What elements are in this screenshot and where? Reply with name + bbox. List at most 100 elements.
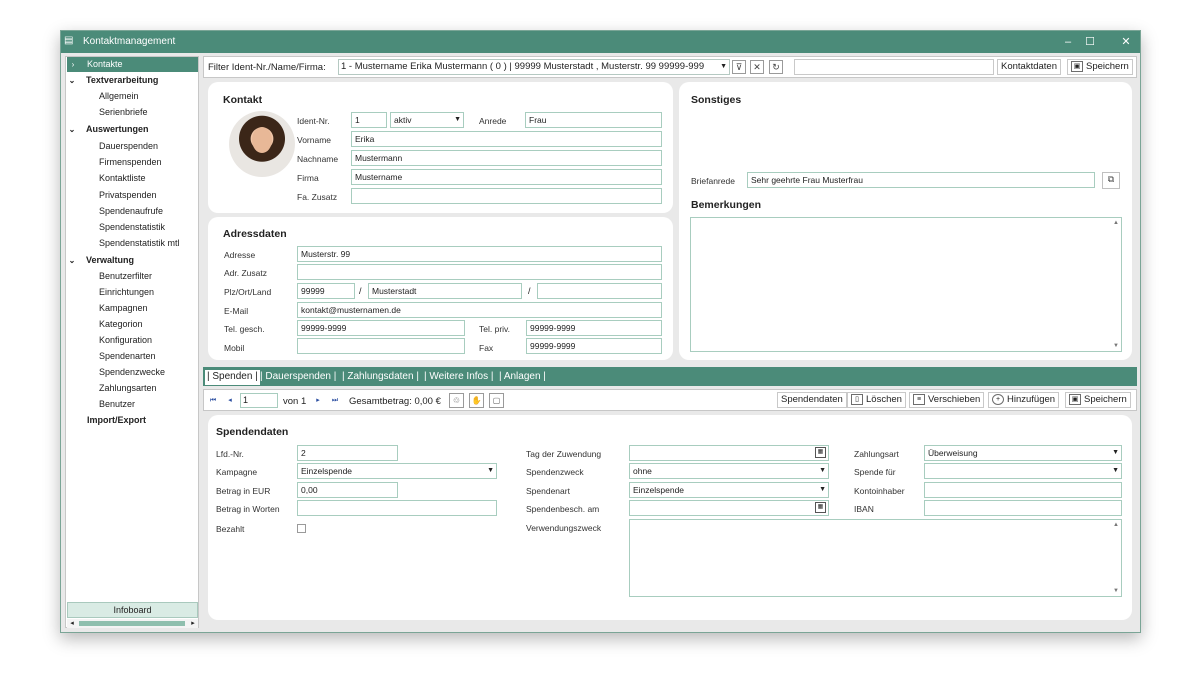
kontaktdaten-button[interactable]: Kontaktdaten bbox=[997, 59, 1061, 75]
dropdown-arrow-icon[interactable]: ▼ bbox=[720, 60, 727, 74]
adresse-field[interactable]: Musterstr. 99 bbox=[297, 246, 662, 262]
clear-filter-icon[interactable]: ✕ bbox=[750, 60, 764, 74]
record-number-input[interactable]: 1 bbox=[240, 393, 278, 408]
previous-record-icon[interactable]: ◂ bbox=[224, 394, 236, 407]
next-record-icon[interactable]: ▸ bbox=[312, 394, 324, 407]
fax-field[interactable]: 99999-9999 bbox=[526, 338, 662, 354]
anrede-field[interactable]: Frau bbox=[525, 112, 662, 128]
scroll-left-icon[interactable]: ◂ bbox=[67, 619, 77, 628]
sidebar-item-konfiguration[interactable]: Konfiguration bbox=[99, 333, 152, 348]
spendenzweck-select[interactable]: ohne ▼ bbox=[629, 463, 829, 479]
sidebar-item-import-export[interactable]: Import/Export bbox=[87, 413, 146, 428]
bezahlt-checkbox[interactable] bbox=[297, 524, 306, 533]
sidebar-item-zahlungsarten[interactable]: Zahlungsarten bbox=[99, 381, 157, 396]
betrag-field[interactable]: 0,00 bbox=[297, 482, 398, 498]
ort-field[interactable]: Musterstadt bbox=[368, 283, 522, 299]
sidebar-group-auswertungen[interactable]: ⌄ Auswertungen bbox=[66, 122, 149, 137]
infoboard-button[interactable]: Infoboard bbox=[67, 602, 198, 618]
spendenart-select[interactable]: Einzelspende ▼ bbox=[629, 482, 829, 498]
briefanrede-field[interactable]: Sehr geehrte Frau Musterfrau bbox=[747, 172, 1095, 188]
spendendaten-button[interactable]: Spendendaten bbox=[777, 392, 847, 408]
refresh-icon[interactable]: ↻ bbox=[769, 60, 783, 74]
status-select[interactable]: aktiv ▼ bbox=[390, 112, 464, 128]
sidebar-item-spendenstatistik-mtl[interactable]: Spendenstatistik mtl bbox=[99, 236, 180, 251]
sidebar-item-dauerspenden[interactable]: Dauerspenden bbox=[99, 139, 158, 154]
filter-combobox[interactable]: 1 - Mustername Erika Mustermann ( 0 ) | … bbox=[338, 59, 730, 75]
verschieben-button[interactable]: ≡ Verschieben bbox=[909, 392, 985, 408]
spendenbesch-field[interactable]: ▦ bbox=[629, 500, 829, 516]
firma-zusatz-field[interactable] bbox=[351, 188, 662, 204]
calendar-icon[interactable]: ▦ bbox=[815, 447, 826, 458]
sidebar-item-einrichtungen[interactable]: Einrichtungen bbox=[99, 285, 154, 300]
spende-fuer-select[interactable]: ▼ bbox=[924, 463, 1122, 479]
sidebar-item-spendenzwecke[interactable]: Spendenzwecke bbox=[99, 365, 165, 380]
scroll-thumb[interactable] bbox=[79, 621, 185, 626]
sidebar-item-benutzerfilter[interactable]: Benutzerfilter bbox=[99, 269, 152, 284]
receipt-icon[interactable]: ▢ bbox=[489, 393, 504, 408]
calendar-icon[interactable]: ▦ bbox=[815, 502, 826, 513]
tel-gesch-field[interactable]: 99999-9999 bbox=[297, 320, 465, 336]
filter-extra-field[interactable] bbox=[794, 59, 994, 75]
firma-field[interactable]: Mustername bbox=[351, 169, 662, 185]
vertical-scrollbar[interactable]: ▲ ▼ bbox=[1112, 219, 1120, 350]
scroll-down-icon[interactable]: ▼ bbox=[1112, 343, 1120, 349]
filter-icon[interactable]: ⊽ bbox=[732, 60, 746, 74]
sidebar-item-privatspenden[interactable]: Privatspenden bbox=[99, 188, 157, 203]
close-button[interactable]: ✕ bbox=[1118, 35, 1134, 49]
sidebar-item-firmenspenden[interactable]: Firmenspenden bbox=[99, 155, 162, 170]
kontoinhaber-field[interactable] bbox=[924, 482, 1122, 498]
last-record-icon[interactable]: ⏭ bbox=[329, 394, 341, 407]
loeschen-button[interactable]: ▯ Löschen bbox=[847, 392, 906, 408]
mobil-field[interactable] bbox=[297, 338, 465, 354]
nachname-field[interactable]: Mustermann bbox=[351, 150, 662, 166]
sidebar-item-kontaktliste[interactable]: Kontaktliste bbox=[99, 171, 146, 186]
iban-field[interactable] bbox=[924, 500, 1122, 516]
zahlungsart-select[interactable]: Überweisung ▼ bbox=[924, 445, 1122, 461]
betrag-worte-field[interactable] bbox=[297, 500, 497, 516]
land-field[interactable] bbox=[537, 283, 662, 299]
vorname-field[interactable]: Erika bbox=[351, 131, 662, 147]
sidebar-item-spendenarten[interactable]: Spendenarten bbox=[99, 349, 156, 364]
bemerkungen-textarea[interactable]: ▲ ▼ bbox=[690, 217, 1122, 352]
scroll-right-icon[interactable]: ▸ bbox=[188, 619, 198, 628]
sidebar-item-benutzer[interactable]: Benutzer bbox=[99, 397, 135, 412]
maximize-button[interactable]: ☐ bbox=[1082, 35, 1098, 49]
tab-weitere-infos[interactable]: | Weitere Infos | bbox=[424, 370, 493, 385]
donation-icon[interactable]: ♲ bbox=[449, 393, 464, 408]
lfd-nr-field[interactable]: 2 bbox=[297, 445, 398, 461]
speichern-spende-button[interactable]: ▣ Speichern bbox=[1065, 392, 1131, 408]
sidebar-item-spendenstatistik[interactable]: Spendenstatistik bbox=[99, 220, 165, 235]
email-field[interactable]: kontakt@musternamen.de bbox=[297, 302, 662, 318]
sidebar-item-serienbriefe[interactable]: Serienbriefe bbox=[99, 105, 148, 120]
sidebar-item-spendenaufrufe[interactable]: Spendenaufrufe bbox=[99, 204, 163, 219]
scroll-up-icon[interactable]: ▲ bbox=[1112, 522, 1120, 528]
kampagne-select[interactable]: Einzelspende ▼ bbox=[297, 463, 497, 479]
minimize-button[interactable]: – bbox=[1060, 35, 1076, 49]
plz-field[interactable]: 99999 bbox=[297, 283, 355, 299]
handshake-icon[interactable]: ✋ bbox=[469, 393, 484, 408]
sidebar-item-kontakte[interactable]: › Kontakte bbox=[67, 57, 198, 72]
tab-spenden[interactable]: | Spenden | bbox=[205, 370, 260, 385]
sidebar-scrollbar[interactable]: ◂ ▸ bbox=[67, 619, 198, 628]
sidebar-item-allgemein[interactable]: Allgemein bbox=[99, 89, 139, 104]
tag-zuwendung-field[interactable]: ▦ bbox=[629, 445, 829, 461]
tel-priv-field[interactable]: 99999-9999 bbox=[526, 320, 662, 336]
vertical-scrollbar[interactable]: ▲ ▼ bbox=[1112, 521, 1120, 595]
copy-icon[interactable]: ⧉ bbox=[1102, 172, 1120, 189]
scroll-down-icon[interactable]: ▼ bbox=[1112, 588, 1120, 594]
sidebar-group-verwaltung[interactable]: ⌄ Verwaltung bbox=[66, 253, 134, 268]
verwendungszweck-textarea[interactable]: ▲ ▼ bbox=[629, 519, 1122, 597]
tab-zahlungsdaten[interactable]: | Zahlungsdaten | bbox=[342, 370, 419, 385]
hinzufuegen-button[interactable]: + Hinzufügen bbox=[988, 392, 1060, 408]
scroll-up-icon[interactable]: ▲ bbox=[1112, 220, 1120, 226]
plz-ort-land-label: Plz/Ort/Land bbox=[224, 287, 272, 297]
sidebar-group-textverarbeitung[interactable]: ⌄ Textverarbeitung bbox=[66, 73, 159, 88]
tab-anlagen[interactable]: | Anlagen | bbox=[499, 370, 546, 385]
first-record-icon[interactable]: ⏮ bbox=[207, 394, 219, 407]
ident-field[interactable]: 1 bbox=[351, 112, 387, 128]
sidebar-item-kategorion[interactable]: Kategorion bbox=[99, 317, 143, 332]
tab-dauerspenden[interactable]: | Dauerspenden | bbox=[260, 370, 336, 385]
sidebar-item-kampagnen[interactable]: Kampagnen bbox=[99, 301, 148, 316]
speichern-button[interactable]: ▣ Speichern bbox=[1067, 59, 1133, 75]
adr-zusatz-field[interactable] bbox=[297, 264, 662, 280]
